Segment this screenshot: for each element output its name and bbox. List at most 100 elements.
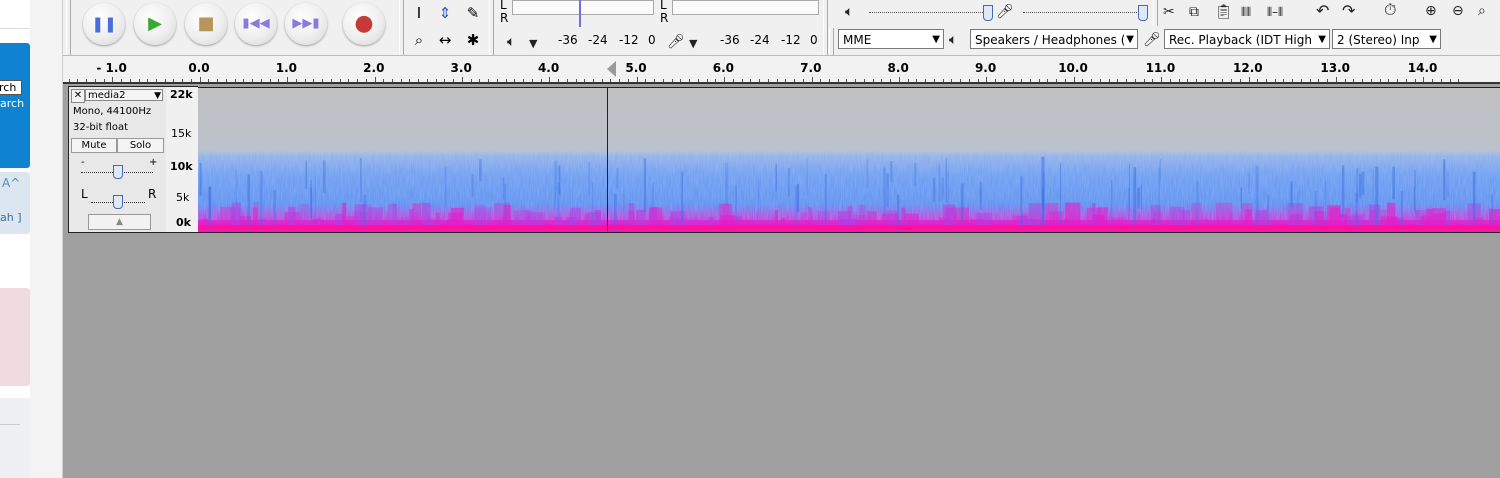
spectrogram-burst: [1090, 216, 1095, 226]
input-device-select[interactable]: Rec. Playback (IDT High ▼: [1164, 29, 1330, 49]
input-channels-select[interactable]: 2 (Stereo) Inp ▼: [1332, 29, 1441, 49]
chevron-down-icon[interactable]: ▼: [689, 36, 697, 52]
toolbar-grip[interactable]: [66, 0, 71, 55]
spectrogram-view[interactable]: [198, 87, 1500, 233]
skip-end-button[interactable]: ▶▶▮: [285, 3, 327, 45]
play-button[interactable]: ▶: [134, 3, 176, 45]
playback-meter-tick: -24: [588, 33, 608, 47]
ruler-minor-tick: [785, 79, 787, 82]
microphone-icon[interactable]: 🎤︎: [667, 34, 685, 50]
toolbar-grip[interactable]: [1153, 0, 1158, 26]
undo-icon[interactable]: ↶: [1316, 3, 1329, 19]
ruler-minor-tick: [1370, 79, 1372, 82]
spectrogram-streak: [591, 182, 594, 232]
ruler-minor-tick: [147, 79, 149, 82]
ruler-tick-label: 6.0: [712, 61, 735, 75]
playback-volume-thumb[interactable]: [983, 5, 993, 21]
envelope-tool-icon[interactable]: ⇕: [433, 2, 457, 24]
timeline-ruler[interactable]: - 1.0 0.0 1.0 2.0 3.0 4.0 5.0 6.0 7.0 8.0 9.0 10.0 1…: [63, 56, 1500, 84]
track-name-menu[interactable]: media2 ▼: [85, 89, 163, 101]
zoom-tool-icon[interactable]: ⌕: [407, 29, 431, 51]
ruler-minor-tick: [1152, 79, 1154, 82]
sidebar-caret[interactable]: A^: [2, 176, 20, 190]
spectrogram-streak: [938, 164, 941, 202]
redo-icon[interactable]: ↷: [1342, 3, 1355, 19]
chevron-down-icon[interactable]: ▼: [529, 36, 537, 52]
spectrogram-streak: [1414, 170, 1416, 214]
spectrogram-streak: [247, 174, 251, 232]
ruler-minor-tick: [1082, 79, 1084, 82]
toolbar-grip[interactable]: [829, 28, 834, 55]
sync-lock-icon[interactable]: ⏱︎: [1384, 2, 1396, 18]
ruler-minor-tick: [94, 79, 96, 82]
spectrogram-streak: [1137, 187, 1140, 209]
spectrogram-burst: [342, 202, 347, 226]
speaker-icon[interactable]: 🔈︎: [507, 34, 515, 50]
stop-button[interactable]: ■: [185, 3, 227, 45]
solo-button[interactable]: Solo: [117, 138, 164, 153]
toolbar-grip[interactable]: [823, 0, 828, 55]
ruler-minor-tick: [182, 79, 184, 82]
fit-selection-icon[interactable]: ⌕: [1478, 3, 1486, 19]
gain-slider-thumb[interactable]: [113, 165, 123, 179]
record-volume-thumb[interactable]: [1138, 5, 1148, 21]
ruler-minor-tick: [636, 77, 638, 82]
ruler-minor-tick: [759, 79, 761, 82]
copy-icon[interactable]: ⧉: [1189, 4, 1199, 20]
playback-volume-slider[interactable]: [869, 12, 991, 13]
spectrogram-burst: [859, 204, 866, 226]
output-device-select[interactable]: Speakers / Headphones (▼: [970, 29, 1138, 49]
timeshift-tool-icon[interactable]: ↔: [433, 29, 457, 51]
frequency-scale[interactable]: 22k 15k 10k 5k 0k: [166, 86, 198, 233]
ruler-minor-tick: [1440, 79, 1442, 82]
zoom-in-icon[interactable]: ⊕: [1425, 3, 1437, 19]
spectrogram-streak: [643, 158, 647, 212]
ruler-minor-tick: [750, 79, 752, 82]
playback-meter[interactable]: [512, 0, 654, 27]
spectrogram-burst: [1489, 209, 1500, 226]
ruler-minor-tick: [348, 79, 350, 82]
ruler-minor-tick: [1117, 79, 1119, 82]
multi-tool-icon[interactable]: ✱: [461, 29, 485, 51]
spectrogram-streak: [681, 171, 683, 222]
pause-button[interactable]: ❚❚: [83, 3, 125, 45]
ruler-minor-tick: [1432, 79, 1434, 82]
zoom-out-icon[interactable]: ⊖: [1452, 3, 1464, 19]
toolbar-grip[interactable]: [399, 0, 404, 55]
playback-meter-tick: -12: [619, 33, 639, 47]
ruler-minor-tick: [1248, 77, 1250, 82]
cut-icon[interactable]: ✂: [1163, 4, 1175, 20]
ruler-minor-tick: [907, 79, 909, 82]
ruler-minor-tick: [86, 79, 88, 82]
stop-icon: ■: [197, 13, 215, 34]
toolbar-grip[interactable]: [489, 0, 494, 55]
track-close-button[interactable]: ✕: [71, 89, 85, 103]
trim-icon[interactable]: ⫴⫴: [1241, 4, 1251, 20]
ruler-minor-tick: [322, 79, 324, 82]
audio-host-select[interactable]: MME ▼: [838, 29, 944, 49]
selection-tool-icon[interactable]: I: [407, 2, 431, 24]
paste-icon[interactable]: 📋︎: [1215, 4, 1233, 20]
chevron-down-icon: ▼: [1427, 30, 1437, 48]
pan-slider-thumb[interactable]: [113, 195, 123, 209]
track-collapse-button[interactable]: ▲: [88, 214, 151, 230]
silence-icon[interactable]: ⫴–⫴: [1267, 4, 1283, 20]
playhead-marker[interactable]: [607, 61, 616, 77]
spectrogram-burst: [867, 211, 877, 226]
track-control-panel[interactable]: ✕ media2 ▼ Mono, 44100Hz 32-bit float Mu…: [68, 86, 167, 233]
spectrogram-burst: [494, 202, 511, 226]
record-meter-tick: -36: [720, 33, 740, 47]
skip-start-button[interactable]: ▮◀◀: [235, 3, 277, 45]
record-button[interactable]: ●: [343, 3, 385, 45]
spectrogram-burst: [649, 207, 663, 226]
mute-button[interactable]: Mute: [71, 138, 117, 153]
spectrogram-streak: [1196, 180, 1199, 226]
record-meter[interactable]: [672, 0, 819, 15]
record-volume-slider[interactable]: [1023, 12, 1145, 13]
draw-tool-icon[interactable]: ✎: [461, 2, 485, 24]
ruler-minor-tick: [1265, 79, 1267, 82]
sidebar-search-label[interactable]: arch: [0, 97, 24, 110]
sidebar-search-input[interactable]: rch: [0, 80, 22, 95]
spectrogram-burst: [512, 210, 526, 226]
ruler-tick-label: 1.0: [275, 61, 298, 75]
